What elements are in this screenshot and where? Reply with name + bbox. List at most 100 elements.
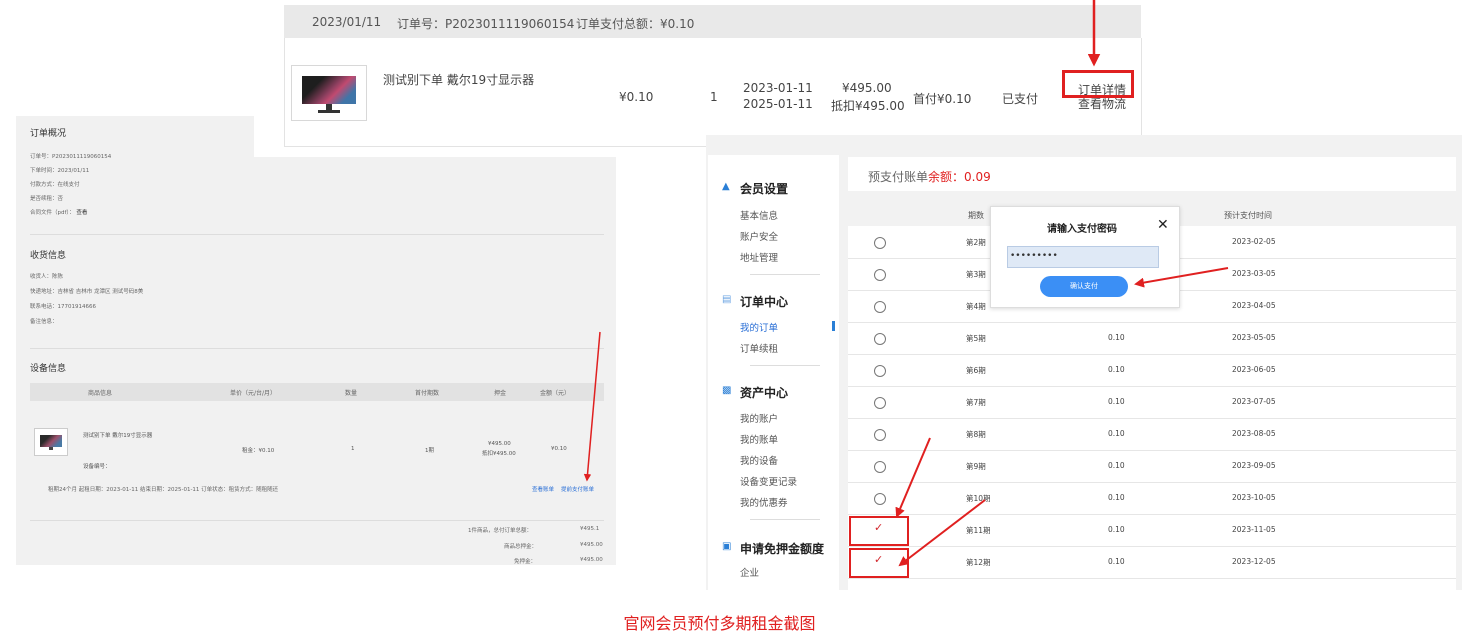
- user-icon: ▲: [722, 181, 730, 192]
- amount: ¥0.10: [551, 446, 567, 452]
- col-header: 首付期数: [415, 390, 440, 397]
- sidebar-item-my-account[interactable]: 我的账户: [740, 411, 778, 425]
- sidebar-item-my-devices[interactable]: 我的设备: [740, 453, 778, 467]
- radio-button[interactable]: [874, 333, 886, 345]
- equipment-title: 设备信息: [30, 364, 67, 374]
- quantity: 1: [710, 90, 718, 104]
- table-row[interactable]: ✓ 第12期 0.10 2023-12-05: [848, 546, 1456, 579]
- date-cell: 2023-10-05: [1232, 493, 1276, 502]
- date-cell: 2023-04-05: [1232, 301, 1276, 310]
- radio-button[interactable]: [874, 493, 886, 505]
- shipping-line: 收货人：陈陈: [30, 274, 64, 280]
- sidebar-item-address[interactable]: 地址管理: [740, 250, 778, 264]
- monitor-thumbnail: [34, 428, 68, 456]
- shipping-line: 备注信息：: [30, 319, 58, 325]
- overview-line: 订单号：P2023011119060154: [30, 154, 112, 160]
- summary-value: ¥495.00: [580, 557, 603, 563]
- overview-line: 下单时间：2023/01/11: [30, 168, 90, 174]
- confirm-pay-button[interactable]: 确认支付: [1040, 276, 1128, 297]
- sidebar-item-device-changes[interactable]: 设备变更记录: [740, 474, 797, 488]
- sidebar-item-my-bills[interactable]: 我的账单: [740, 432, 778, 446]
- table-row[interactable]: 第8期 0.10 2023-08-05: [848, 418, 1456, 451]
- device-number: 设备编号：: [83, 464, 111, 470]
- date-cell: 2023-06-05: [1232, 365, 1276, 374]
- radio-button[interactable]: [874, 269, 886, 281]
- deposit-offset: 抵扣¥495.00: [482, 451, 516, 457]
- overview-line: 是否续租：否: [30, 196, 64, 202]
- document-icon: ▤: [722, 294, 732, 305]
- date-cell: 2023-09-05: [1232, 461, 1276, 470]
- divider: [30, 234, 604, 235]
- sidebar-section-member[interactable]: 会员设置: [740, 180, 788, 197]
- table-row[interactable]: 第6期 0.10 2023-06-05: [848, 354, 1456, 387]
- contract-view-link[interactable]: 查看: [76, 210, 87, 216]
- product-name: 测试别下单 戴尔19寸显示器: [83, 433, 153, 439]
- col-header-date: 预计支付时间: [1224, 211, 1272, 220]
- sidebar-item-coupons[interactable]: 我的优惠券: [740, 495, 788, 509]
- contract-label: 合同文件（pdf）：: [30, 210, 75, 216]
- sidebar-section-orders[interactable]: 订单中心: [740, 293, 788, 310]
- order-list-panel: 2023/01/11 订单号：P2023011119060154 订单支付总额：…: [254, 0, 1142, 157]
- table-row[interactable]: ✓ 第11期 0.10 2023-11-05: [848, 514, 1456, 547]
- table-row[interactable]: 第9期 0.10 2023-09-05: [848, 450, 1456, 483]
- divider: [750, 365, 820, 366]
- deposit-offset: 抵扣¥495.00: [831, 99, 905, 113]
- date-cell: 2023-05-05: [1232, 333, 1276, 342]
- table-row[interactable]: 第5期 0.10 2023-05-05: [848, 322, 1456, 355]
- col-header: 数量: [345, 390, 358, 397]
- sidebar: ▲ 会员设置 基本信息 账户安全 地址管理 ▤ 订单中心 我的订单 订单续租 ▩…: [708, 155, 839, 590]
- prepay-bill-link[interactable]: 提前支付账单: [561, 485, 594, 493]
- sidebar-section-assets[interactable]: 资产中心: [740, 384, 788, 401]
- dialog-title: 请输入支付密码: [1047, 224, 1117, 235]
- period-cell: 第11期: [966, 526, 991, 535]
- date-cell: 2023-02-05: [1232, 237, 1276, 246]
- overview-title: 订单概况: [30, 129, 67, 139]
- first-payment: 首付¥0.10: [913, 92, 972, 106]
- order-detail-panel: 订单概况 订单号：P2023011119060154 下单时间：2023/01/…: [16, 116, 616, 565]
- deposit: ¥495.00: [488, 441, 511, 447]
- overview-line: 合同文件（pdf）： 查看: [30, 208, 87, 216]
- radio-button[interactable]: [874, 429, 886, 441]
- status-badge: 已支付: [1002, 92, 1039, 106]
- deposit: ¥495.00: [842, 81, 892, 95]
- order-header: 2023/01/11 订单号：P2023011119060154 订单支付总额：…: [284, 5, 1141, 39]
- equipment-row: 测试别下单 戴尔19寸显示器 设备编号： 租金：¥0.10 1 1期 ¥495.…: [30, 416, 604, 496]
- unit-price: 租金：¥0.10: [242, 448, 275, 454]
- sidebar-section-deposit-free[interactable]: 申请免押金额度: [740, 540, 824, 557]
- sidebar-item-basic-info[interactable]: 基本信息: [740, 208, 778, 222]
- product-name[interactable]: 测试别下单 戴尔19寸显示器: [383, 71, 534, 88]
- highlight-box: [849, 516, 909, 546]
- view-bill-link[interactable]: 查看账单: [532, 485, 554, 493]
- password-input[interactable]: •••••••••: [1007, 246, 1159, 268]
- period-cell: 第8期: [966, 430, 986, 439]
- amount-cell: 0.10: [1108, 461, 1125, 470]
- period-cell: 第6期: [966, 366, 986, 375]
- sidebar-item-account-security[interactable]: 账户安全: [740, 229, 778, 243]
- period-cell: 第7期: [966, 398, 986, 407]
- order-total: 订单支付总额：¥0.10: [576, 17, 695, 31]
- divider: [30, 520, 604, 521]
- table-row[interactable]: 第10期 0.10 2023-10-05: [848, 482, 1456, 515]
- amount-cell: 0.10: [1108, 365, 1125, 374]
- member-center-panel: ▲ 会员设置 基本信息 账户安全 地址管理 ▤ 订单中心 我的订单 订单续租 ▩…: [706, 135, 1462, 590]
- table-row[interactable]: 第7期 0.10 2023-07-05: [848, 386, 1456, 419]
- active-indicator: [832, 321, 835, 331]
- sidebar-item-enterprise[interactable]: 企业: [740, 565, 759, 579]
- radio-button[interactable]: [874, 461, 886, 473]
- radio-button[interactable]: [874, 237, 886, 249]
- divider: [750, 274, 820, 275]
- start-date: 2023-01-11: [743, 81, 813, 95]
- close-icon[interactable]: ✕: [1157, 217, 1169, 233]
- prepay-balance-bar: 预支付账单 余额：0.09: [848, 157, 1456, 191]
- summary-value: ¥495.00: [580, 542, 603, 548]
- radio-button[interactable]: [874, 365, 886, 377]
- sidebar-item-my-orders[interactable]: 我的订单: [740, 320, 778, 334]
- shipping-line: 联系电话：17701914666: [30, 304, 96, 310]
- date-cell: 2023-08-05: [1232, 429, 1276, 438]
- date-cell: 2023-07-05: [1232, 397, 1276, 406]
- sidebar-item-renewal[interactable]: 订单续租: [740, 341, 778, 355]
- radio-button[interactable]: [874, 301, 886, 313]
- highlight-box: [849, 548, 909, 578]
- prepay-label: 预支付账单: [868, 170, 929, 184]
- radio-button[interactable]: [874, 397, 886, 409]
